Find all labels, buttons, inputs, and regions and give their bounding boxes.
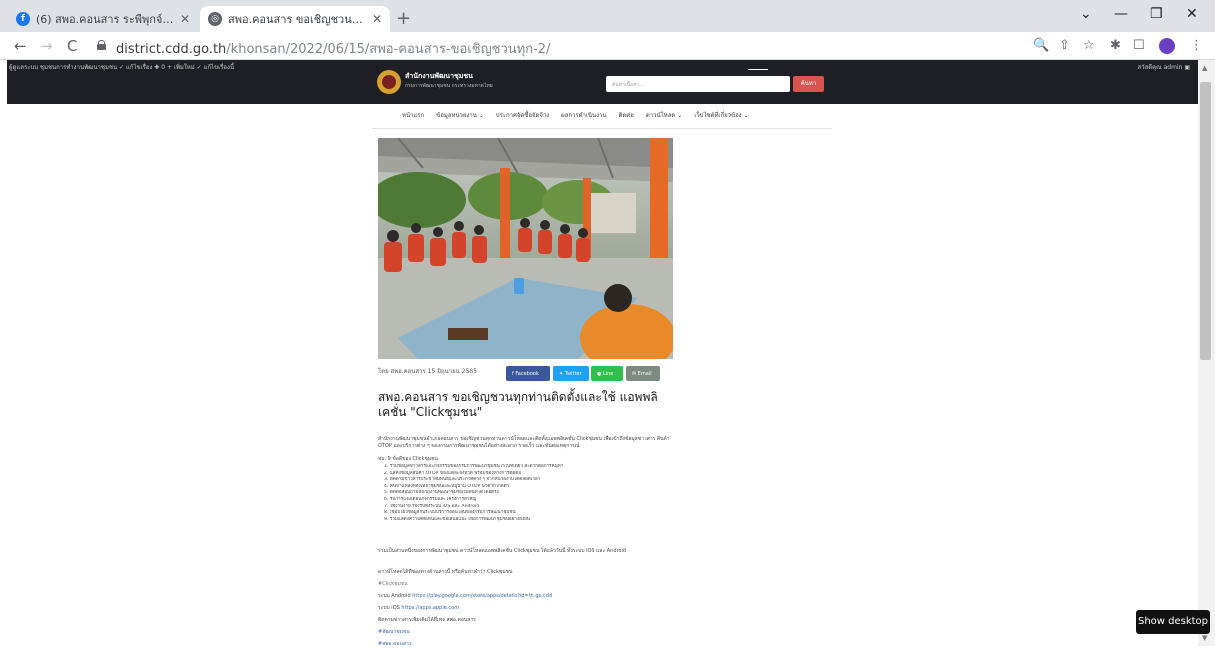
divider [748,69,768,70]
scrollbar-thumb[interactable] [1200,82,1211,360]
reload-button[interactable]: C [67,37,77,55]
globe-icon: ◎ [208,12,222,26]
menu-item[interactable]: เว็บไซต์ที่เกี่ยวข้อง ⌄ [694,110,748,120]
minimize-button[interactable]: — [1114,6,1128,22]
article-headline: สพอ.คอนสาร ขอเชิญชวนทุกท่านติดตั้งและใช้… [378,390,658,419]
share-email-button[interactable]: ✉ Email [626,366,660,381]
tab-article[interactable]: ◎ สพอ.คอนสาร ขอเชิญชวนทุกท่านติดตั้งและ … [200,6,390,32]
android-label: ระบบ Android [378,593,411,599]
article-intro: สำนักงานพัฒนาชุมชนอำเภอคอนสาร ขอเชิญชวนท… [378,436,670,449]
share-label: Facebook [515,370,539,377]
search-button[interactable]: ค้นหา [793,76,824,92]
share-label: Line [602,370,614,377]
tab-search-icon[interactable]: ⌄ [1080,6,1092,22]
zoom-icon[interactable]: 🔍 [1033,38,1049,53]
new-tab-button[interactable]: + [396,8,411,29]
list-item: 9. ร่วมแสดงความคิดเห็นและข้อเสนอแนะ เพื่… [384,516,530,522]
tag-link[interactable]: #สพอ.คอนสาร [378,640,411,648]
menu-item[interactable]: หน้าแรก [402,110,424,120]
scroll-down-arrow-icon[interactable]: ▼ [1202,634,1207,642]
url-path: /khonsan/2022/06/15/สพอ-คอนสาร-ขอเชิญชวน… [226,42,551,57]
tab-title: (6) สพอ.คอนสาร ระพีพุกจ์ | Facebook [36,13,174,26]
share-facebook-button[interactable]: f Facebook [506,366,550,381]
share-twitter-button[interactable]: ✦ Twitter [553,366,589,381]
tab-title: สพอ.คอนสาร ขอเชิญชวนทุกท่านติดตั้งและ [228,13,366,26]
extensions-icon[interactable]: ✱ [1110,38,1121,53]
article-paragraph: ดาวน์โหลดได้ที่ช่องทางด้านล่างนี้ หรือค้… [378,569,513,575]
address-bar[interactable]: district.cdd.go.th/khonsan/2022/06/15/สพ… [116,38,550,59]
list-item: 4. ค้นหาแหล่งท่องเที่ยวชุมชนและหมู่บ้าน … [384,483,510,489]
list-item: 3. ติดตามข่าวสารประชาสัมพันธ์และประกาศต่… [384,477,541,483]
site-logo[interactable] [377,70,401,94]
menu-item[interactable]: ประกาศจัดซื้อจัดจ้าง [496,110,549,120]
menu-item[interactable]: ข้อมูลหน่วยงาน ⌄ [436,110,484,120]
article-paragraph: ติดตามข่าวสารเพิ่มเติมได้ที่เพจ สพอ.คอนส… [378,617,476,623]
close-tab-icon[interactable]: ✕ [372,12,382,26]
tag-link[interactable]: #พัฒนาชุมชน [378,628,410,636]
close-tab-icon[interactable]: ✕ [180,12,190,26]
lock-icon[interactable] [97,40,106,50]
android-download: ระบบ Android https://play.google.com/sto… [378,592,552,600]
ios-download: ระบบ iOS https://apps.apple.com [378,604,459,612]
list-item: 1. รวมข้อมูลข่าวสารและกิจกรรมของกรมการพั… [384,464,564,469]
share-label: Email [637,370,652,377]
list-item: 6. รับการแจ้งเตือนกิจกรรมและโครงการสำคัญ [384,496,477,502]
site-subtitle: กรมการพัฒนาชุมชน กระทรวงมหาดไทย [405,83,493,89]
search-input[interactable]: ค้นหาเนื้อหา... [606,76,790,92]
sidebar-icon[interactable]: ☐ [1133,38,1145,53]
share-icon[interactable]: ⇧ [1059,38,1070,53]
scroll-up-arrow-icon[interactable]: ▲ [1202,64,1207,72]
tab-facebook[interactable]: f (6) สพอ.คอนสาร ระพีพุกจ์ | Facebook ✕ [8,6,198,32]
list-item: 8. เชื่อมโยงข้อมูลกับระบบบริการออนไลน์ขอ… [384,510,516,516]
site-menu: หน้าแรก ข้อมูลหน่วยงาน ⌄ ประกาศจัดซื้อจั… [402,110,749,120]
list-item: 7. ใช้งานง่าย รองรับทั้งระบบ iOS และ And… [384,503,480,509]
menu-item[interactable]: ดาวน์โหลด ⌄ [646,110,682,120]
page-viewport: ผู้ดูแลระบบ ชุมชนการทำงานพัฒนาชุมชน ✓ แก… [0,60,1215,648]
forward-button[interactable]: → [40,37,53,55]
bookmark-star-icon[interactable]: ☆ [1083,38,1095,53]
browser-toolbar: ← → C district.cdd.go.th/khonsan/2022/06… [0,32,1215,60]
article-photo[interactable] [378,138,673,359]
article-paragraph: ร่วมเป็นส่วนหนึ่งของการพัฒนาชุมชน ดาวน์โ… [378,548,627,554]
menu-item[interactable]: ผลการดำเนินงาน [561,110,606,120]
share-line-button[interactable]: ● Line [591,366,623,381]
maximize-button[interactable]: ❐ [1150,6,1163,22]
benefit-list: 1. รวมข้อมูลข่าวสารและกิจกรรมของกรมการพั… [384,464,678,523]
divider [372,128,832,129]
url-host: district.cdd.go.th [116,42,227,57]
android-link[interactable]: https://play.google.com/store/apps/detai… [412,593,552,599]
admin-bar[interactable]: ผู้ดูแลระบบ ชุมชนการทำงานพัฒนาชุมชน ✓ แก… [9,62,234,72]
site-header: ผู้ดูแลระบบ ชุมชนการทำงานพัฒนาชุมชน ✓ แก… [7,60,1198,104]
facebook-icon: f [16,12,30,26]
site-name[interactable]: สำนักงานพัฒนาชุมชน [405,71,473,82]
profile-avatar[interactable] [1159,38,1175,54]
hashtag: #Clickชุมชน [378,581,408,587]
ios-link[interactable]: https://apps.apple.com [401,605,459,611]
ios-label: ระบบ iOS [378,605,400,611]
show-desktop-tooltip: Show desktop [1136,610,1210,634]
article-subheading: ทบ. 9 ข้อดีของ Clickชุมชน [378,456,438,462]
list-item: 5. ติดต่อสอบถามหน่วยงานพัฒนาชุมชนในพื้นท… [384,490,499,496]
menu-icon[interactable]: ⋮ [1190,38,1203,53]
tab-strip: f (6) สพอ.คอนสาร ระพีพุกจ์ | Facebook ✕ … [0,0,1215,32]
close-window-button[interactable]: ✕ [1186,6,1198,22]
back-button[interactable]: ← [14,37,27,55]
photo-illustration [378,138,673,359]
admin-user[interactable]: สวัสดีคุณ admin ▣ [1138,62,1190,72]
menu-item[interactable]: ติดต่อ [619,110,634,120]
article-caption: โดย สพอ.คอนสาร 15 มิถุนายน 2565 [378,368,477,375]
share-label: Twitter [564,370,582,377]
list-item: 2. แสดงข้อมูลสินค้า OTOP ของแต่ละจังหวัด… [384,470,522,476]
